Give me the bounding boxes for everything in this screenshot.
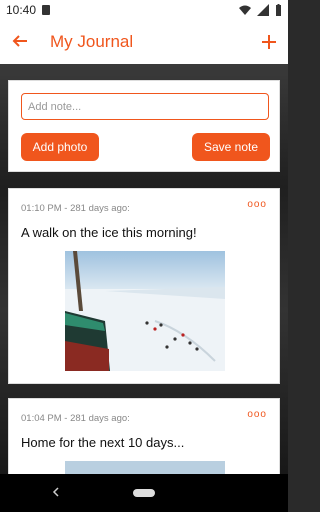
page-title: My Journal xyxy=(50,32,134,51)
entry-timestamp: 01:10 PM - 281 days ago: xyxy=(21,203,130,214)
nav-back-icon[interactable] xyxy=(52,486,60,500)
more-options-icon[interactable]: ooo xyxy=(247,199,267,210)
add-photo-button[interactable]: Add photo xyxy=(21,133,99,161)
sd-card-icon xyxy=(42,5,51,15)
save-note-button[interactable]: Save note xyxy=(192,133,270,161)
more-options-icon[interactable]: ooo xyxy=(247,409,267,420)
battery-icon xyxy=(276,4,281,16)
app-bar: My Journal xyxy=(0,20,288,64)
nav-home-pill[interactable] xyxy=(133,489,155,497)
back-arrow-icon[interactable] xyxy=(12,31,28,53)
note-composer: Add note... Add photo Save note xyxy=(8,80,280,172)
plus-icon xyxy=(262,35,276,49)
entry-text: A walk on the ice this morning! xyxy=(21,225,197,240)
status-time: 10:40 xyxy=(6,3,37,17)
entry-text: Home for the next 10 days... xyxy=(21,435,185,450)
add-entry-button[interactable] xyxy=(262,30,276,54)
note-input-placeholder: Add note... xyxy=(28,100,82,113)
entry-photo[interactable] xyxy=(65,251,225,371)
system-nav-bar xyxy=(0,474,288,512)
entry-timestamp: 01:04 PM - 281 days ago: xyxy=(21,413,130,424)
status-bar: 10:40 xyxy=(0,0,288,20)
signal-icon xyxy=(257,4,269,16)
journal-entry: 01:04 PM - 281 days ago: ooo Home for th… xyxy=(8,398,280,478)
note-input[interactable]: Add note... xyxy=(21,93,269,120)
status-icons xyxy=(239,4,282,16)
wifi-icon xyxy=(239,5,251,15)
journal-entry: 01:10 PM - 281 days ago: ooo A walk on t… xyxy=(8,188,280,384)
